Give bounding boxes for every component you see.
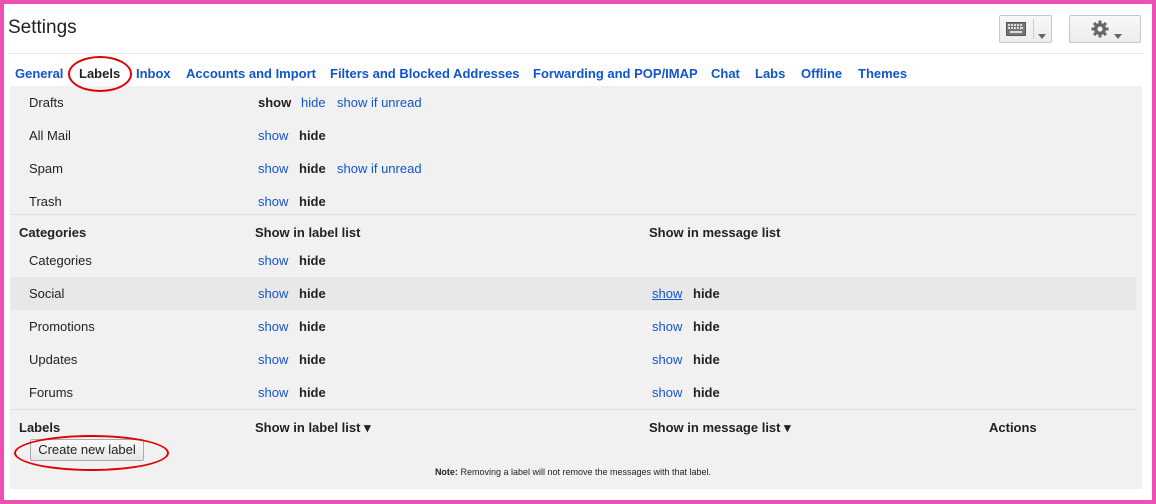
- show-link[interactable]: show: [258, 253, 288, 268]
- section-divider: [10, 214, 1136, 215]
- label-name: Drafts: [29, 95, 64, 110]
- system-label-row: Spam show hide show if unread: [10, 152, 1136, 185]
- category-row: Social show hide show hide: [10, 277, 1136, 310]
- labels-section-title: Labels: [19, 420, 61, 435]
- category-row: Forums show hide show hide: [10, 376, 1136, 409]
- show-in-label-list-menu[interactable]: Show in label list ▾: [255, 420, 371, 436]
- create-new-label-button[interactable]: Create new label: [30, 439, 144, 461]
- message-list-show-link[interactable]: show: [652, 352, 682, 367]
- button-divider: [1033, 19, 1034, 39]
- show-link[interactable]: show: [258, 385, 288, 400]
- caret-down-icon: [1114, 26, 1122, 44]
- message-list-hide-selected: hide: [693, 352, 720, 367]
- hide-option-selected: hide: [299, 319, 326, 334]
- label-name: All Mail: [29, 128, 71, 143]
- tab-offline[interactable]: Offline: [801, 66, 842, 81]
- show-in-message-list-header: Show in message list: [649, 225, 781, 240]
- keyboard-icon: [1006, 22, 1026, 41]
- show-in-message-list-menu[interactable]: Show in message list ▾: [649, 420, 791, 436]
- message-list-show-link[interactable]: show: [652, 385, 682, 400]
- header-divider: [8, 53, 1144, 54]
- label-name: Trash: [29, 194, 62, 209]
- category-row: Updates show hide show hide: [10, 343, 1136, 376]
- tab-general[interactable]: General: [15, 66, 63, 81]
- removal-note: Note: Removing a label will not remove t…: [10, 467, 1136, 477]
- tab-accounts-and-import[interactable]: Accounts and Import: [186, 66, 316, 81]
- category-row: Categories show hide: [10, 244, 1136, 277]
- show-link[interactable]: show: [258, 286, 288, 301]
- show-option-selected: show: [258, 95, 292, 110]
- settings-button[interactable]: [1069, 15, 1141, 43]
- category-name: Promotions: [29, 319, 95, 334]
- show-link[interactable]: show: [258, 161, 288, 176]
- hide-link[interactable]: hide: [301, 95, 326, 110]
- show-link[interactable]: show: [258, 128, 288, 143]
- tab-forwarding-and-pop-imap[interactable]: Forwarding and POP/IMAP: [533, 66, 698, 81]
- section-divider: [10, 409, 1136, 410]
- message-list-show-link[interactable]: show: [652, 319, 682, 334]
- show-link[interactable]: show: [258, 319, 288, 334]
- show-if-unread-link[interactable]: show if unread: [337, 95, 422, 110]
- note-prefix: Note:: [434, 467, 458, 477]
- tab-inbox[interactable]: Inbox: [136, 66, 171, 81]
- hide-option-selected: hide: [299, 352, 326, 367]
- note-text: Removing a label will not remove the mes…: [457, 467, 712, 477]
- show-link[interactable]: show: [258, 352, 288, 367]
- category-row: Promotions show hide show hide: [10, 310, 1136, 343]
- tab-labels[interactable]: Labels: [79, 66, 120, 81]
- category-name: Categories: [29, 253, 92, 268]
- tab-chat[interactable]: Chat: [711, 66, 740, 81]
- category-name: Updates: [29, 352, 78, 367]
- system-label-row: All Mail show hide: [10, 119, 1136, 152]
- caret-down-icon[interactable]: [1038, 26, 1046, 44]
- labels-settings-panel: Drafts show hide show if unread All Mail…: [10, 86, 1142, 489]
- input-tools-button[interactable]: [999, 15, 1052, 43]
- tab-filters-and-blocked-addresses[interactable]: Filters and Blocked Addresses: [330, 66, 520, 81]
- hide-option-selected: hide: [299, 194, 326, 209]
- tab-themes[interactable]: Themes: [858, 66, 907, 81]
- hide-option-selected: hide: [299, 286, 326, 301]
- show-if-unread-link[interactable]: show if unread: [337, 161, 422, 176]
- hide-option-selected: hide: [299, 161, 326, 176]
- page-title: Settings: [8, 17, 77, 38]
- show-in-label-list-header: Show in label list: [255, 225, 361, 240]
- gear-icon: [1091, 20, 1109, 43]
- actions-header: Actions: [989, 420, 1037, 435]
- hide-option-selected: hide: [299, 385, 326, 400]
- message-list-hide-selected: hide: [693, 286, 720, 301]
- category-name: Forums: [29, 385, 74, 400]
- label-name: Spam: [29, 161, 63, 176]
- message-list-show-link[interactable]: show: [652, 286, 682, 301]
- message-list-hide-selected: hide: [693, 385, 720, 400]
- message-list-hide-selected: hide: [693, 319, 720, 334]
- show-link[interactable]: show: [258, 194, 288, 209]
- hide-option-selected: hide: [299, 128, 326, 143]
- hide-option-selected: hide: [299, 253, 326, 268]
- category-name: Social: [29, 286, 65, 301]
- system-label-row: Drafts show hide show if unread: [10, 86, 1136, 119]
- categories-section-title: Categories: [19, 225, 87, 240]
- tab-labs[interactable]: Labs: [755, 66, 785, 81]
